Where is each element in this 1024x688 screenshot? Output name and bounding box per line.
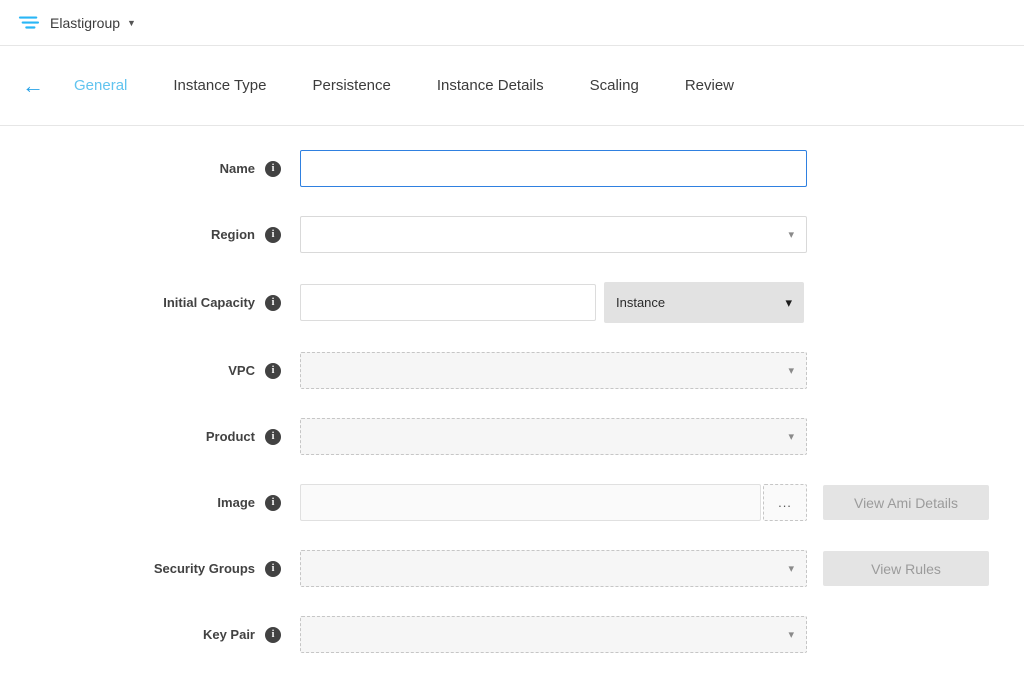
security-groups-label: Security Groups — [154, 561, 255, 576]
product-info-icon[interactable]: i — [265, 429, 281, 445]
image-input[interactable] — [300, 484, 761, 521]
view-ami-details-button[interactable]: View Ami Details — [823, 485, 989, 520]
form-row-vpc: VPC i ▾ — [0, 352, 1024, 389]
region-dropdown[interactable]: ▾ — [300, 216, 807, 253]
elastigroup-logo-icon — [18, 14, 40, 32]
form-row-key-pair: Key Pair i ▾ — [0, 616, 1024, 653]
form-row-name: Name i — [0, 150, 1024, 187]
image-field-group: ... — [300, 484, 807, 521]
vpc-label: VPC — [228, 363, 255, 378]
security-groups-info-icon[interactable]: i — [265, 561, 281, 577]
wizard-tab-bar: ← General Instance Type Persistence Inst… — [0, 46, 1024, 126]
tab-scaling[interactable]: Scaling — [590, 77, 639, 94]
key-pair-label: Key Pair — [203, 627, 255, 642]
general-settings-form: Name i Region i ▾ Initial Capacity i Ins… — [0, 126, 1024, 653]
product-dropdown[interactable]: ▾ — [300, 418, 807, 455]
region-label: Region — [211, 227, 255, 242]
key-pair-info-icon[interactable]: i — [265, 627, 281, 643]
form-row-initial-capacity: Initial Capacity i Instance ▾ — [0, 282, 1024, 323]
tab-instance-details[interactable]: Instance Details — [437, 77, 544, 94]
chevron-down-icon: ▾ — [788, 430, 794, 443]
name-input[interactable] — [300, 150, 807, 187]
initial-capacity-input[interactable] — [300, 284, 596, 321]
initial-capacity-label: Initial Capacity — [163, 295, 255, 310]
initial-capacity-info-icon[interactable]: i — [265, 295, 281, 311]
form-row-security-groups: Security Groups i ▾ View Rules — [0, 550, 1024, 587]
key-pair-dropdown[interactable]: ▾ — [300, 616, 807, 653]
chevron-down-icon: ▾ — [788, 228, 794, 241]
tab-general[interactable]: General — [74, 77, 127, 94]
region-info-icon[interactable]: i — [265, 227, 281, 243]
form-row-region: Region i ▾ — [0, 216, 1024, 253]
chevron-down-icon: ▾ — [788, 562, 794, 575]
tab-review[interactable]: Review — [685, 77, 734, 94]
back-arrow-icon[interactable]: ← — [22, 75, 74, 97]
vpc-info-icon[interactable]: i — [265, 363, 281, 379]
security-groups-dropdown[interactable]: ▾ — [300, 550, 807, 587]
product-label: Product — [206, 429, 255, 444]
chevron-down-icon: ▾ — [788, 628, 794, 641]
image-label: Image — [217, 495, 255, 510]
chevron-down-icon: ▾ — [788, 364, 794, 377]
brand-dropdown-caret-icon[interactable]: ▼ — [127, 18, 136, 28]
brand-label: Elastigroup — [50, 15, 120, 31]
chevron-down-icon: ▾ — [785, 295, 792, 311]
form-row-product: Product i ▾ — [0, 418, 1024, 455]
image-browse-button[interactable]: ... — [763, 484, 807, 521]
image-info-icon[interactable]: i — [265, 495, 281, 511]
capacity-unit-value: Instance — [616, 295, 665, 310]
name-label: Name — [220, 161, 255, 176]
vpc-dropdown[interactable]: ▾ — [300, 352, 807, 389]
name-info-icon[interactable]: i — [265, 161, 281, 177]
top-bar: Elastigroup ▼ — [0, 0, 1024, 46]
tab-persistence[interactable]: Persistence — [313, 77, 391, 94]
capacity-unit-dropdown[interactable]: Instance ▾ — [604, 282, 804, 323]
form-row-image: Image i ... View Ami Details — [0, 484, 1024, 521]
view-rules-button[interactable]: View Rules — [823, 551, 989, 586]
tab-instance-type[interactable]: Instance Type — [173, 77, 266, 94]
